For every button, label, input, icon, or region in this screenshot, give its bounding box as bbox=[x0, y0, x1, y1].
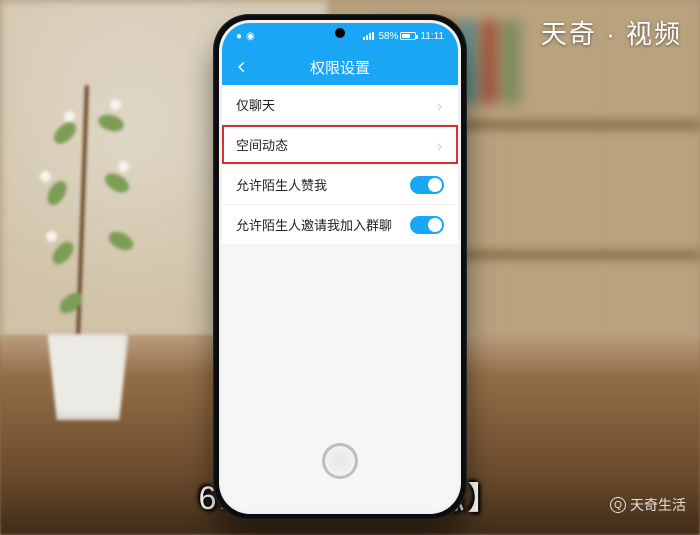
phone-screen: ● ◉ 58% 11:11 权限设置 bbox=[222, 23, 458, 511]
phone-frame: ● ◉ 58% 11:11 权限设置 bbox=[213, 14, 467, 520]
settings-list: 仅聊天 空间动态 允许陌生人赞我 允许陌生人邀请我加入群聊 bbox=[222, 85, 458, 245]
row-allow-stranger-like[interactable]: 允许陌生人赞我 bbox=[222, 165, 458, 205]
home-button[interactable] bbox=[322, 443, 358, 479]
row-allow-stranger-group[interactable]: 允许陌生人邀请我加入群聊 bbox=[222, 205, 458, 245]
row-label: 空间动态 bbox=[236, 135, 288, 154]
row-label: 允许陌生人邀请我加入群聊 bbox=[236, 215, 392, 234]
notification-dot-icon: ● bbox=[236, 31, 242, 42]
row-space-updates[interactable]: 空间动态 bbox=[222, 125, 458, 165]
row-chat-only[interactable]: 仅聊天 bbox=[222, 85, 458, 125]
battery-text: 58% bbox=[378, 31, 398, 42]
status-time: 11:11 bbox=[420, 31, 444, 42]
watermark-bottom: Q天奇生活 bbox=[610, 495, 686, 515]
plant-pot bbox=[28, 310, 148, 420]
back-button[interactable] bbox=[230, 55, 254, 79]
row-label: 允许陌生人赞我 bbox=[236, 175, 327, 194]
battery-icon: 58% bbox=[378, 31, 416, 42]
camera-punch-hole bbox=[335, 28, 345, 38]
signal-icon bbox=[363, 32, 374, 40]
toggle-allow-like[interactable] bbox=[410, 176, 444, 194]
page-title: 权限设置 bbox=[310, 57, 370, 78]
row-label: 仅聊天 bbox=[236, 95, 275, 114]
location-icon: ◉ bbox=[246, 31, 255, 42]
watermark-top: 天奇 · 视频 bbox=[541, 14, 682, 51]
chevron-right-icon bbox=[434, 100, 444, 110]
chevron-right-icon bbox=[434, 140, 444, 150]
chevron-left-icon bbox=[235, 60, 249, 74]
toggle-allow-group[interactable] bbox=[410, 216, 444, 234]
app-bar: 权限设置 bbox=[222, 49, 458, 85]
